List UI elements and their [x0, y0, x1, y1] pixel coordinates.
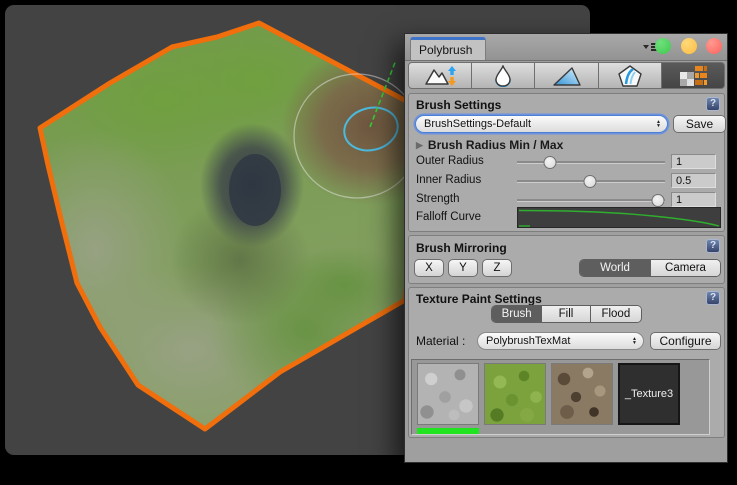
- mirror-z-button[interactable]: Z: [482, 259, 512, 277]
- slider-knob[interactable]: [543, 156, 556, 169]
- window-dot-green[interactable]: [655, 38, 671, 54]
- brush-mirroring-title: Brush Mirroring: [416, 241, 507, 255]
- falloff-curve-label: Falloff Curve: [416, 211, 481, 223]
- texture-paint-title: Texture Paint Settings: [416, 292, 542, 306]
- inner-radius-value[interactable]: 0.5: [671, 173, 716, 188]
- help-icon[interactable]: ?: [706, 291, 720, 305]
- tool-smooth-button[interactable]: [472, 62, 535, 89]
- outer-radius-row: Outer Radius 1: [409, 154, 724, 170]
- space-camera-button[interactable]: Camera: [650, 260, 720, 276]
- mode-flood-button[interactable]: Flood: [590, 306, 641, 322]
- brush-preset-value: BrushSettings-Default: [424, 118, 656, 130]
- inner-radius-row: Inner Radius 0.5: [409, 173, 724, 189]
- texture-tile-dirt[interactable]: [551, 363, 613, 425]
- outer-radius-label: Outer Radius: [416, 155, 484, 167]
- brush-settings-title: Brush Settings: [416, 98, 501, 112]
- texture-tile-grass[interactable]: [484, 363, 546, 425]
- strength-row: Strength 1: [409, 192, 724, 208]
- outer-radius-slider[interactable]: [517, 161, 665, 164]
- texture-palette: _Texture3: [411, 359, 710, 435]
- strength-label: Strength: [416, 193, 459, 205]
- window-dot-yellow[interactable]: [681, 38, 697, 54]
- polybrush-window: Polybrush: [404, 33, 728, 463]
- mirror-y-button[interactable]: Y: [448, 259, 478, 277]
- tool-texture-button[interactable]: [662, 62, 725, 89]
- help-icon[interactable]: ?: [706, 239, 720, 253]
- mode-fill-button[interactable]: Fill: [541, 306, 589, 322]
- mode-toolbar: [408, 62, 725, 89]
- inner-radius-slider[interactable]: [517, 180, 665, 183]
- smooth-droplet-icon: [491, 65, 515, 87]
- popup-arrows-icon: ▲▼: [632, 337, 637, 345]
- brush-radius-foldout[interactable]: ▶ Brush Radius Min / Max: [416, 138, 563, 152]
- brush-settings-section: Brush Settings ? BrushSettings-Default ▲…: [408, 93, 725, 232]
- brush-mirroring-section: Brush Mirroring ? X Y Z World Camera: [408, 235, 725, 284]
- mirror-x-button[interactable]: X: [414, 259, 444, 277]
- outer-radius-value[interactable]: 1: [671, 154, 716, 169]
- screenshot-root: Polybrush: [0, 0, 737, 485]
- brush-preset-dropdown[interactable]: BrushSettings-Default ▲▼: [415, 115, 668, 133]
- window-titlebar: Polybrush: [405, 34, 727, 61]
- falloff-curve-field[interactable]: [517, 207, 721, 228]
- texture-tile-empty[interactable]: _Texture3: [618, 363, 680, 425]
- mode-brush-button[interactable]: Brush: [492, 306, 541, 322]
- inner-radius-label: Inner Radius: [416, 174, 481, 186]
- slider-knob[interactable]: [651, 194, 664, 207]
- foldout-label: Brush Radius Min / Max: [428, 138, 563, 152]
- save-button[interactable]: Save: [673, 115, 726, 133]
- texture-paint-section: Texture Paint Settings ? Brush Fill Floo…: [408, 287, 725, 438]
- mirror-space-toggle: World Camera: [579, 259, 721, 277]
- texture-bricks-icon: [678, 64, 708, 88]
- popup-arrows-icon: ▲▼: [656, 120, 661, 128]
- foldout-arrow-icon: ▶: [416, 140, 423, 151]
- window-dot-red[interactable]: [706, 38, 722, 54]
- strength-value[interactable]: 1: [671, 192, 716, 207]
- sculpt-mountain-icon: [423, 65, 457, 87]
- empty-texture-label: _Texture3: [625, 388, 673, 400]
- space-world-button[interactable]: World: [580, 260, 650, 276]
- paint-triangle-icon: [552, 65, 582, 87]
- texture-tile-rock[interactable]: [417, 363, 479, 425]
- selected-texture-bar: [417, 428, 479, 434]
- paint-mode-toggle: Brush Fill Flood: [491, 305, 642, 323]
- material-dropdown[interactable]: PolybrushTexMat ▲▼: [477, 332, 644, 350]
- falloff-curve-graph: [518, 208, 720, 227]
- prefab-pentagon-icon: [617, 64, 643, 88]
- configure-button[interactable]: Configure: [650, 332, 721, 350]
- tool-paint-button[interactable]: [535, 62, 598, 89]
- help-icon[interactable]: ?: [706, 97, 720, 111]
- material-label: Material :: [416, 334, 465, 348]
- tab-polybrush[interactable]: Polybrush: [410, 37, 486, 60]
- strength-slider[interactable]: [517, 199, 665, 202]
- material-value: PolybrushTexMat: [486, 335, 632, 347]
- tool-prefab-button[interactable]: [599, 62, 662, 89]
- slider-knob[interactable]: [583, 175, 596, 188]
- tool-sculpt-button[interactable]: [408, 62, 472, 89]
